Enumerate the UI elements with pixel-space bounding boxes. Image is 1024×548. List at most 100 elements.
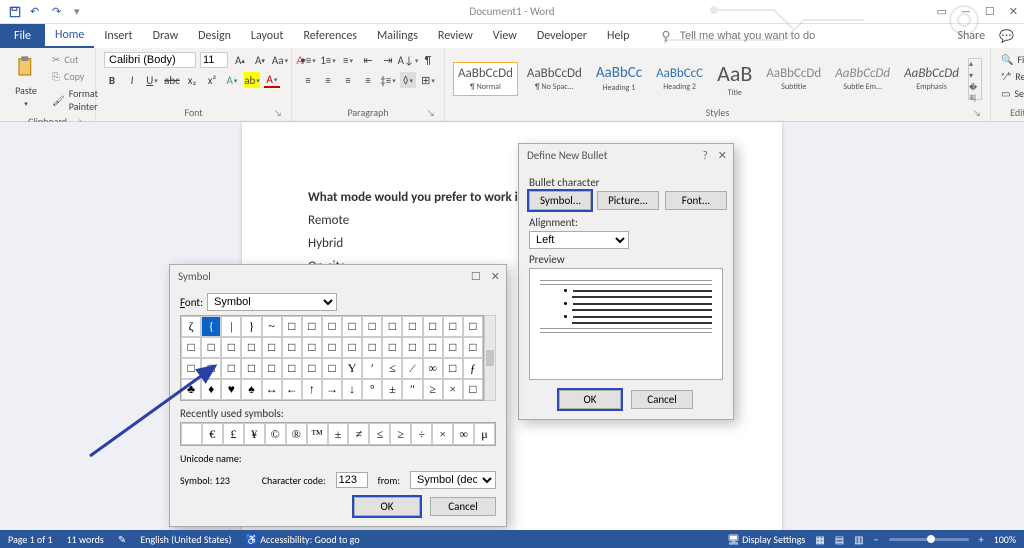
sym-recent-cell[interactable]: μ	[474, 423, 495, 445]
sym-cell[interactable]: □	[423, 337, 443, 358]
decrease-indent-button[interactable]: ⇤	[360, 52, 376, 68]
sym-cell[interactable]: □	[362, 316, 382, 337]
redo-icon[interactable]: ↷	[52, 5, 66, 19]
dnb-picture-button[interactable]: Picture...	[597, 191, 659, 210]
sym-cell[interactable]: ƒ	[463, 358, 483, 379]
tab-mailings[interactable]: Mailings	[367, 24, 428, 48]
sym-cell[interactable]: →	[322, 379, 342, 400]
sym-cell[interactable]: □	[342, 316, 362, 337]
tell-me-input[interactable]	[679, 30, 839, 42]
tab-review[interactable]: Review	[428, 24, 483, 48]
comments-icon[interactable]: 💬	[999, 29, 1014, 44]
sym-ok-button[interactable]: OK	[354, 497, 420, 516]
sym-cell[interactable]: □	[241, 337, 261, 358]
sym-cell[interactable]: {	[201, 316, 221, 337]
copy-button[interactable]: ⎘Copy	[50, 69, 100, 84]
tab-insert[interactable]: Insert	[94, 24, 142, 48]
sym-cell[interactable]: ζ	[181, 316, 201, 337]
maximize-icon[interactable]: ☐	[985, 5, 995, 18]
dnb-help-icon[interactable]: ?	[703, 149, 708, 162]
sym-cell[interactable]: □	[221, 358, 241, 379]
sym-char-grid[interactable]: ζ{|}~□□□□□□□□□□□□□□□□□□□□□□□□□□□□□□□□□Υ′…	[180, 315, 484, 401]
sym-cell[interactable]: □	[302, 358, 322, 379]
sym-cell[interactable]: □	[241, 358, 261, 379]
strike-button[interactable]: abc	[164, 72, 180, 88]
display-settings-button[interactable]: 🖥 Display Settings	[727, 533, 805, 546]
borders-button[interactable]: ⊞	[420, 72, 436, 88]
style-heading2[interactable]: AaBbCcCHeading 2	[651, 62, 708, 96]
cut-button[interactable]: ✂Cut	[50, 52, 100, 67]
sym-close-icon[interactable]: ✕	[491, 270, 500, 283]
font-name-select[interactable]	[104, 52, 196, 68]
dnb-cancel-button[interactable]: Cancel	[631, 390, 693, 409]
sym-cell[interactable]: □	[382, 337, 402, 358]
align-center-button[interactable]: ≡	[320, 72, 336, 88]
sym-cell[interactable]: ≥	[423, 379, 443, 400]
sym-cell[interactable]: □	[262, 337, 282, 358]
status-accessibility[interactable]: ♿ Accessibility: Good to go	[246, 533, 360, 546]
tab-draw[interactable]: Draw	[143, 24, 189, 48]
sym-cell[interactable]: ↑	[302, 379, 322, 400]
sym-cell[interactable]: □	[181, 358, 201, 379]
sym-cell[interactable]: □	[402, 316, 422, 337]
style-normal[interactable]: AaBbCcDd¶ Normal	[453, 62, 518, 96]
sym-cell[interactable]: ″	[402, 379, 422, 400]
shrink-font-button[interactable]: A▾	[252, 52, 268, 68]
sym-cell[interactable]: □	[362, 337, 382, 358]
tell-me[interactable]	[659, 24, 839, 48]
zoom-level[interactable]: 100%	[994, 533, 1016, 546]
sym-recent-cell[interactable]: ∞	[453, 423, 474, 445]
sym-recent-cell[interactable]: €	[202, 423, 223, 445]
sym-cell[interactable]: □	[201, 358, 221, 379]
sym-cell[interactable]: ±	[382, 379, 402, 400]
sym-recent-cell[interactable]: ≥	[390, 423, 411, 445]
sym-cancel-button[interactable]: Cancel	[430, 497, 496, 516]
sym-recent-cell[interactable]: ™	[307, 423, 328, 445]
sym-cell[interactable]: □	[282, 358, 302, 379]
view-read-icon[interactable]: ▤	[835, 533, 844, 546]
sym-cell[interactable]: ≤	[382, 358, 402, 379]
sym-cell[interactable]: ×	[443, 379, 463, 400]
tab-layout[interactable]: Layout	[241, 24, 294, 48]
tab-developer[interactable]: Developer	[527, 24, 597, 48]
paragraph-launcher[interactable]: ↘	[426, 108, 436, 118]
sym-cell[interactable]: Υ	[342, 358, 362, 379]
zoom-slider[interactable]	[889, 538, 969, 541]
bold-button[interactable]: B	[104, 72, 120, 88]
view-web-icon[interactable]: ▥	[854, 533, 863, 546]
replace-button[interactable]: ᵃ⁄ᵇReplace	[999, 69, 1024, 84]
sym-cell[interactable]: □	[443, 358, 463, 379]
shading-button[interactable]: ◊	[400, 72, 416, 88]
status-language[interactable]: English (United States)	[140, 533, 231, 546]
sym-cell[interactable]: ∞	[423, 358, 443, 379]
sym-cell[interactable]: □	[282, 337, 302, 358]
dnb-font-button[interactable]: Font...	[665, 191, 727, 210]
sym-cell[interactable]: □	[322, 358, 342, 379]
sym-cell[interactable]: ↓	[342, 379, 362, 400]
sym-cell[interactable]: □	[342, 337, 362, 358]
grow-font-button[interactable]: A▴	[232, 52, 248, 68]
underline-button[interactable]: U	[144, 72, 160, 88]
sym-cell[interactable]: □	[201, 337, 221, 358]
sym-cell[interactable]: □	[302, 316, 322, 337]
font-size-select[interactable]	[200, 52, 228, 68]
line-spacing-button[interactable]: ‡≡	[380, 72, 396, 88]
sym-cell[interactable]: □	[423, 316, 443, 337]
justify-button[interactable]: ≡	[360, 72, 376, 88]
increase-indent-button[interactable]: ⇥	[380, 52, 396, 68]
select-button[interactable]: ▭Select	[999, 86, 1024, 101]
sym-cell[interactable]: □	[443, 316, 463, 337]
zoom-in-button[interactable]: +	[979, 533, 984, 546]
sym-cell[interactable]: ♥	[221, 379, 241, 400]
format-painter-button[interactable]: 🖌Format Painter	[50, 86, 100, 114]
sym-cell[interactable]: ♠	[241, 379, 261, 400]
sym-recent-cell[interactable]: ®	[286, 423, 307, 445]
sym-cell[interactable]: |	[221, 316, 241, 337]
sym-recent-cell[interactable]: ±	[328, 423, 349, 445]
tab-home[interactable]: Home	[45, 24, 94, 48]
undo-icon[interactable]: ↶	[30, 5, 44, 19]
dnb-alignment-select[interactable]: Left	[529, 231, 629, 249]
save-icon[interactable]	[8, 5, 22, 19]
styles-more-button[interactable]: ▴▾�획	[968, 58, 982, 100]
text-effects-button[interactable]: A	[224, 72, 240, 88]
